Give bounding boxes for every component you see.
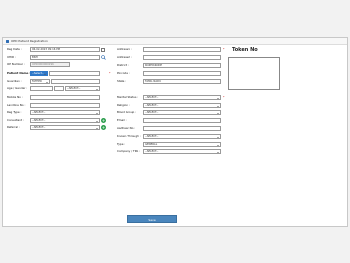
window-title: OPD Patient Registration — [11, 39, 48, 43]
guardian-select[interactable]: FATHER — [30, 79, 50, 84]
pincode-input[interactable] — [143, 71, 221, 76]
referral-label: Referral : — [7, 125, 20, 129]
token-title: Token No — [232, 47, 258, 53]
required-marker: * — [223, 47, 225, 51]
token-display — [228, 57, 280, 90]
save-button[interactable]: Save — [127, 215, 177, 223]
address1-input[interactable] — [143, 47, 221, 52]
blood-group-select[interactable]: --SELECT-- — [143, 110, 221, 115]
patient-title-select[interactable]: --Select-- — [30, 71, 48, 76]
address2-label: Address2 : — [117, 55, 132, 59]
mobile-label: Mobile No : — [7, 95, 23, 99]
add-referral-button[interactable]: + — [101, 125, 106, 130]
age-unit-input[interactable] — [54, 86, 64, 91]
consultant-select[interactable]: --SELECT-- — [30, 118, 100, 123]
search-icon[interactable] — [101, 55, 106, 60]
marital-status-select[interactable]: --SELECT-- — [143, 95, 221, 100]
religion-select[interactable]: --SELECT-- — [143, 103, 221, 108]
app-icon — [6, 39, 9, 43]
referral-select[interactable]: --SELECT-- — [30, 125, 100, 130]
uhid-label: UHID : — [7, 55, 16, 59]
guardian-label: Guardian : — [7, 79, 22, 83]
type-label: Type : — [117, 142, 126, 146]
district-input[interactable]: KOZHIKKODE — [143, 63, 221, 68]
pincode-label: Pincode : — [117, 71, 130, 75]
landline-input[interactable] — [30, 103, 100, 108]
aadhaar-label: Aadhaar No : — [117, 126, 136, 130]
op-number-field: OP00000000296 — [30, 62, 70, 67]
patient-name-input[interactable] — [49, 71, 100, 76]
add-consultant-button[interactable]: + — [101, 118, 106, 123]
blood-group-label: Blood Group : — [117, 110, 137, 114]
religion-label: Religion : — [117, 103, 130, 107]
type-select[interactable]: GENERAL — [143, 142, 221, 147]
email-input[interactable] — [143, 118, 221, 123]
address1-label: Address1 : — [117, 47, 132, 51]
uhid-field[interactable]: BNH — [30, 55, 100, 60]
known-through-select[interactable]: --SELECT-- — [143, 134, 221, 139]
address2-input[interactable] — [143, 55, 221, 60]
company-tpa-label: Company / TPA : — [117, 149, 140, 153]
guardian-name-input[interactable] — [51, 79, 100, 84]
required-marker: * — [109, 71, 111, 75]
marital-status-label: Marital Status : — [117, 95, 139, 99]
reg-date-field[interactable]: 06-02-2023 09:16 PM — [30, 47, 100, 52]
landline-label: Landline No : — [7, 103, 26, 107]
reg-date-label: Reg Date : — [7, 47, 22, 51]
op-number-label: OP Number : — [7, 62, 25, 66]
patient-name-label: Patient Name : — [7, 71, 31, 75]
required-marker: * — [223, 95, 225, 99]
calendar-icon[interactable] — [101, 47, 105, 52]
reg-type-select[interactable]: --SELECT-- — [30, 110, 100, 115]
reg-type-label: Reg Type : — [7, 110, 22, 114]
email-label: Email : — [117, 118, 127, 122]
known-through-label: Known Through : — [117, 134, 141, 138]
company-tpa-select[interactable]: --SELECT-- — [143, 149, 221, 154]
gender-select[interactable]: --SELECT-- — [65, 86, 100, 91]
state-label: State : — [117, 79, 127, 83]
state-input[interactable]: TAMIL NADU — [143, 79, 221, 84]
mobile-input[interactable] — [30, 95, 100, 100]
age-input[interactable] — [30, 86, 53, 91]
district-label: District : — [117, 63, 129, 67]
aadhaar-input[interactable] — [143, 126, 221, 131]
title-bar: OPD Patient Registration — [3, 38, 347, 45]
consultant-label: Consultant : — [7, 118, 24, 122]
age-gender-label: Age / Gender : — [7, 86, 28, 90]
